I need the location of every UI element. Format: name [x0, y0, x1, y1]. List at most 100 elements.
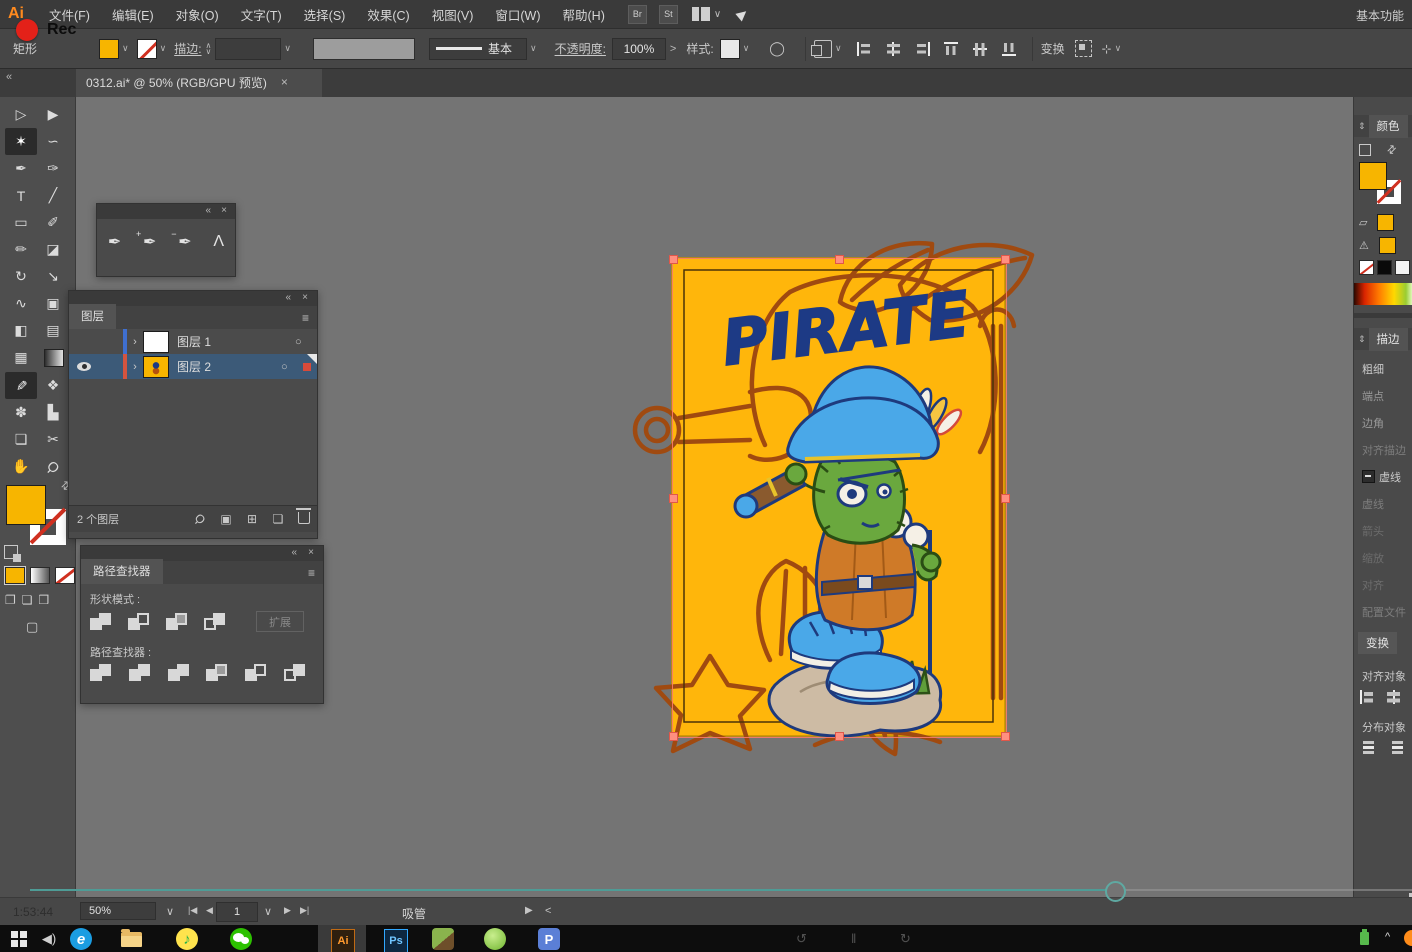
delete-anchor-point-tool[interactable]: ✒−: [178, 232, 191, 252]
selection-tool[interactable]: ▷: [5, 101, 37, 128]
minus-front-icon[interactable]: [128, 613, 152, 631]
shape-builder-tool[interactable]: ◧: [5, 317, 37, 344]
free-transform-icon[interactable]: [1075, 40, 1092, 57]
white-swatch[interactable]: [1395, 260, 1410, 275]
distribute-vertical-icon[interactable]: [1362, 741, 1376, 754]
draw-behind-icon[interactable]: ❏: [22, 593, 33, 607]
more-options-icon[interactable]: ⊹: [1102, 42, 1112, 56]
stroke-color-swatch[interactable]: [137, 39, 157, 59]
eyedropper-tool[interactable]: ✎: [5, 372, 37, 399]
pen-tool[interactable]: ✒: [108, 232, 121, 252]
anchor-point-tool[interactable]: Λ: [213, 233, 224, 251]
outline-icon[interactable]: [245, 664, 268, 682]
layer-row-2[interactable]: › 图层 2 ○: [69, 354, 317, 379]
layer-name[interactable]: 图层 1: [177, 333, 295, 350]
panel-menu-icon[interactable]: ≡: [308, 566, 315, 580]
menu-object[interactable]: 对象(O): [165, 5, 230, 24]
document-tab[interactable]: 0312.ai* @ 50% (RGB/GPU 预览) ×: [76, 67, 322, 97]
intersect-icon[interactable]: [166, 613, 190, 631]
pencil-tool[interactable]: ✏: [5, 236, 37, 263]
align-horizontal-center-icon[interactable]: [886, 42, 901, 56]
crop-icon[interactable]: [206, 664, 229, 682]
pen-tool[interactable]: ✒: [5, 155, 37, 182]
align-vertical-center-icon[interactable]: [973, 42, 988, 56]
selection-handle[interactable]: [835, 732, 844, 741]
qq-music-icon[interactable]: ♪: [176, 928, 198, 950]
selection-handle[interactable]: [1001, 494, 1010, 503]
close-icon[interactable]: ×: [302, 292, 308, 303]
menu-window[interactable]: 窗口(W): [484, 5, 551, 24]
fill-stroke-indicator[interactable]: ⇄: [6, 485, 70, 549]
direct-selection-tool[interactable]: ▶: [37, 101, 69, 128]
slice-tool[interactable]: ✂: [37, 426, 69, 453]
status-expand-icon[interactable]: <: [545, 905, 551, 917]
line-segment-tool[interactable]: ╱: [37, 182, 69, 209]
stroke-weight-label[interactable]: 描边:: [174, 40, 201, 57]
zoom-tool[interactable]: Ϙ: [37, 453, 69, 480]
tab-color[interactable]: 颜色: [1369, 115, 1408, 138]
magic-wand-tool[interactable]: ✶: [5, 128, 37, 155]
shaper-tool[interactable]: ◪: [37, 236, 69, 263]
delete-layer-icon[interactable]: [291, 512, 317, 527]
color-spectrum-bar[interactable]: [1354, 283, 1412, 305]
layer-name[interactable]: 图层 2: [177, 358, 281, 375]
line-style-chevron-icon[interactable]: ∨: [530, 43, 537, 54]
last-artboard-icon[interactable]: ▶|: [300, 905, 309, 916]
draw-inside-icon[interactable]: ❒: [39, 593, 50, 607]
new-sublayer-icon[interactable]: ⊞: [239, 512, 265, 526]
bridge-icon[interactable]: Br: [628, 5, 647, 24]
file-explorer-icon[interactable]: [120, 928, 142, 950]
curvature-tool[interactable]: ✑: [37, 155, 69, 182]
collapse-icon[interactable]: «: [285, 292, 291, 303]
style-swatch[interactable]: [720, 39, 740, 59]
width-tool[interactable]: ∿: [5, 290, 37, 317]
layer-thumbnail[interactable]: [143, 356, 169, 378]
align-bottom-icon[interactable]: [1002, 42, 1017, 56]
game-app-icon[interactable]: [432, 928, 454, 950]
expand-icon[interactable]: ›: [127, 361, 143, 373]
blend-tool[interactable]: ❖: [37, 372, 69, 399]
zoom-chevron-icon[interactable]: ∨: [166, 905, 174, 918]
align-left-icon[interactable]: [1360, 690, 1375, 704]
fill-chevron-icon[interactable]: ∨: [122, 43, 129, 54]
artboard-tool[interactable]: ❏: [5, 426, 37, 453]
unite-icon[interactable]: [90, 613, 114, 631]
workspace-switcher[interactable]: 基本功能: [1356, 7, 1404, 24]
merge-icon[interactable]: [168, 664, 191, 682]
stroke-weight-stepper[interactable]: ∧∨: [206, 43, 212, 55]
lasso-tool[interactable]: ∽: [37, 128, 69, 155]
column-graph-tool[interactable]: ▙: [37, 399, 69, 426]
target-icon[interactable]: ○: [281, 361, 303, 373]
close-icon[interactable]: ×: [308, 547, 314, 558]
gamut-warning-icon[interactable]: ⚠: [1359, 239, 1369, 252]
opacity-label[interactable]: 不透明度:: [555, 40, 606, 57]
align-right-icon[interactable]: [915, 42, 930, 56]
variable-width-profile-select[interactable]: 基本: [429, 38, 527, 60]
scale-tool[interactable]: ↘: [37, 263, 69, 290]
menu-view[interactable]: 视图(V): [421, 5, 485, 24]
target-icon[interactable]: ○: [295, 336, 317, 348]
expand-icon[interactable]: ›: [127, 336, 143, 348]
align-left-icon[interactable]: [857, 42, 872, 56]
selection-handle[interactable]: [669, 255, 678, 264]
collapse-icon[interactable]: «: [291, 547, 297, 558]
exclude-icon[interactable]: [204, 613, 228, 631]
style-chevron-icon[interactable]: ∨: [743, 43, 750, 54]
tray-app-icon[interactable]: [1404, 930, 1412, 946]
none-button[interactable]: [55, 567, 75, 584]
tray-caret-icon[interactable]: ^: [1385, 931, 1390, 943]
replay-icon[interactable]: ↺: [796, 931, 807, 947]
opacity-value[interactable]: 100%: [612, 38, 666, 60]
selection-handle[interactable]: [669, 494, 678, 503]
screen-mode-icon[interactable]: ▢: [26, 619, 38, 635]
step-down-icon[interactable]: ∨: [206, 49, 212, 55]
gradient-button[interactable]: [30, 567, 50, 584]
toolbar-collapse-icon[interactable]: «: [6, 71, 12, 83]
stock-icon[interactable]: St: [659, 5, 678, 24]
arrange-documents-icon[interactable]: [692, 7, 710, 21]
status-play-icon[interactable]: ▶: [525, 905, 533, 916]
distribute-horizontal-icon[interactable]: [1391, 741, 1405, 754]
type-tool[interactable]: T: [5, 182, 37, 209]
close-icon[interactable]: ×: [221, 205, 227, 216]
stroke-weight-chevron-icon[interactable]: ∨: [284, 43, 291, 54]
